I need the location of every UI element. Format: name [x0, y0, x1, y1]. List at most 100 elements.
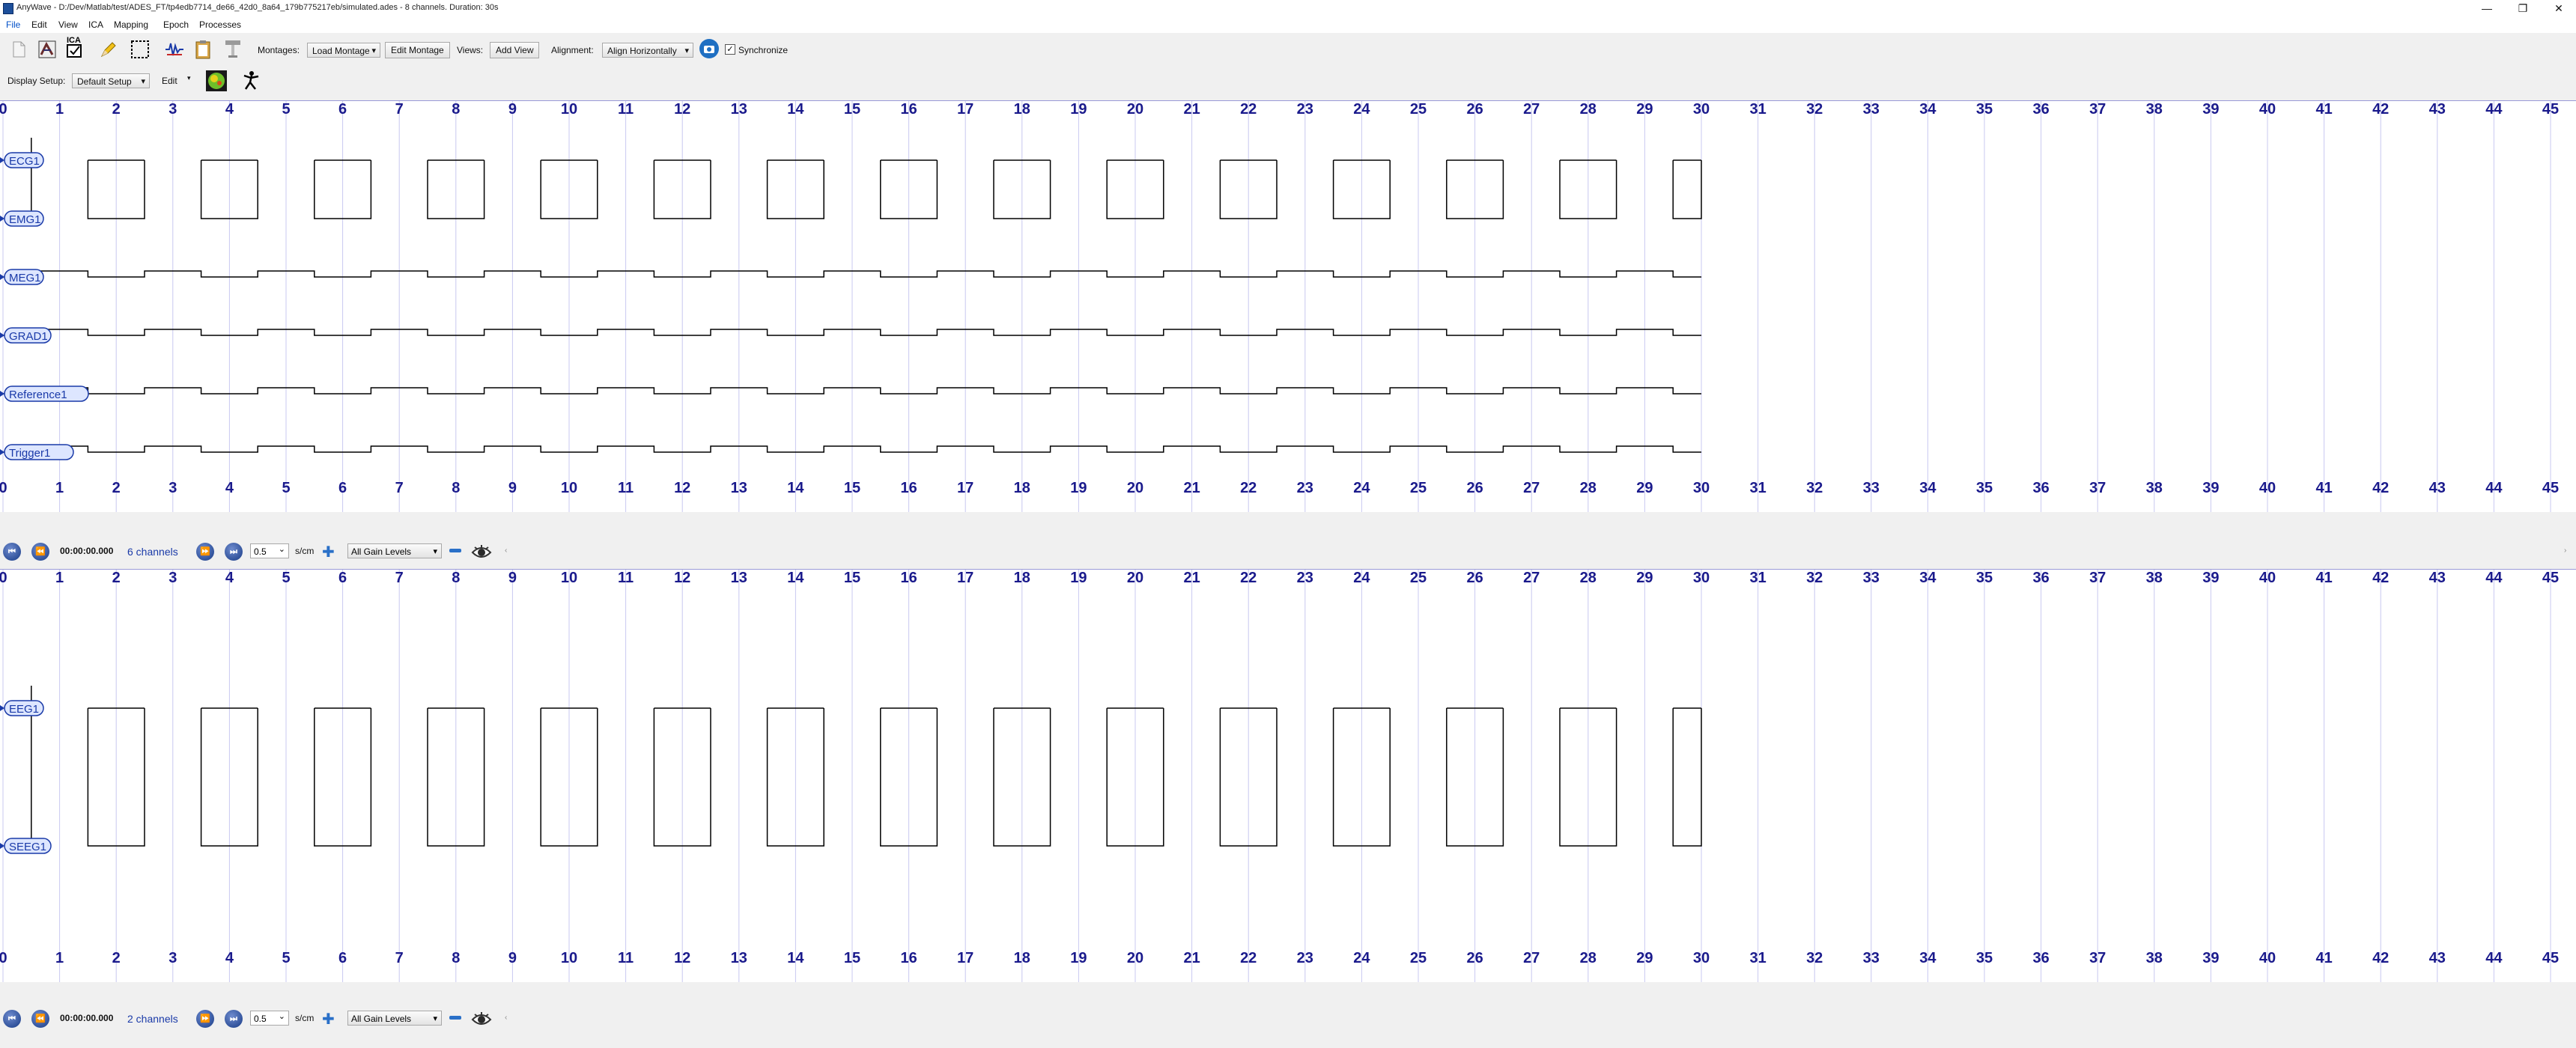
title-bar: AnyWave - D:/Dev/Matlab/test/ADES_FT/tp4… — [0, 0, 2576, 16]
channel-label[interactable]: MEG1 — [0, 269, 44, 285]
time-tick-label-top: 39 — [2202, 570, 2219, 586]
menu-file[interactable]: File — [6, 19, 20, 30]
time-tick-label-bottom: 7 — [395, 480, 404, 496]
open-file-icon[interactable] — [7, 38, 30, 61]
time-tick-label-bottom: 33 — [1863, 480, 1880, 496]
signal-view-1-canvas[interactable]: 0011223344556677889910101111121213131414… — [0, 100, 2576, 512]
marker-pencil-icon[interactable] — [97, 38, 120, 61]
channel-label[interactable]: SEEG1 — [0, 838, 52, 854]
scroll-left-icon[interactable]: ‹ — [505, 1014, 507, 1022]
ica-icon[interactable]: ICA — [64, 36, 87, 58]
synchronize-checkbox[interactable]: ✓ — [725, 44, 735, 55]
time-tick-label-bottom: 10 — [561, 480, 577, 496]
fast-forward-icon[interactable]: ⏩ — [196, 1010, 214, 1028]
signal-filter-icon[interactable] — [163, 38, 186, 61]
scroll-right-icon[interactable]: › — [2564, 546, 2566, 555]
time-tick-label-top: 44 — [2485, 570, 2503, 586]
menu-edit[interactable]: Edit — [31, 19, 47, 30]
time-tick-label-top: 40 — [2259, 570, 2276, 586]
rewind-icon[interactable]: ⏪ — [31, 543, 49, 561]
time-tick-label-top: 16 — [900, 570, 917, 586]
time-tick-label-top: 38 — [2146, 101, 2163, 118]
time-tick-label-bottom: 36 — [2032, 950, 2049, 966]
go-end-icon[interactable]: ⏭ — [225, 543, 243, 561]
eye-icon[interactable] — [470, 1008, 493, 1030]
time-tick-label-top: 45 — [2542, 101, 2559, 118]
time-tick-label-top: 32 — [1806, 101, 1823, 118]
time-scale-spinbox[interactable]: 0.5 — [250, 1009, 289, 1026]
add-view-button[interactable]: Add View — [490, 42, 540, 58]
signal-view-2-canvas[interactable]: 0011223344556677889910101111121213131414… — [0, 569, 2576, 982]
microscope-icon[interactable] — [222, 38, 244, 61]
edit-setup-button[interactable]: Edit — [162, 76, 177, 86]
channel-label[interactable]: EEG1 — [0, 700, 44, 716]
menu-view[interactable]: View — [58, 19, 78, 30]
menu-processes[interactable]: Processes — [199, 19, 241, 30]
gain-adjust-icon[interactable]: ✚ — [322, 1010, 335, 1029]
gain-reduce-icon[interactable] — [449, 549, 461, 552]
time-tick-label-bottom: 27 — [1523, 950, 1540, 966]
signal-view-2[interactable]: 0 0 1 1 2 2 3 3 4 4 5 5 6 6 7 7 8 8 9 9 10 10 11 11 12 12 13 13 14 14… — [0, 569, 2576, 982]
display-setup-dropdown[interactable]: Default Setup — [72, 73, 150, 89]
channel-label[interactable]: EMG1 — [0, 210, 44, 227]
edit-montage-button[interactable]: Edit Montage — [385, 42, 450, 58]
navigation-bar-2: ⏮ ⏪ 00:00:00.000 2 channels ⏩ ⏭ 0.5 s/cm… — [0, 1005, 2576, 1032]
time-tick-label-bottom: 9 — [508, 480, 517, 496]
selection-rectangle-icon[interactable] — [129, 38, 151, 61]
scroll-left-icon[interactable]: ‹ — [505, 546, 507, 555]
time-tick-label-bottom: 17 — [957, 480, 973, 496]
time-scale-spinbox[interactable]: 0.5 — [250, 542, 289, 558]
time-tick-label-top: 30 — [1693, 101, 1710, 118]
channel-label[interactable]: GRAD1 — [0, 327, 52, 344]
time-tick-label-bottom: 29 — [1636, 480, 1653, 496]
time-tick-label-top: 10 — [561, 570, 577, 586]
topography-map-icon[interactable] — [205, 70, 228, 92]
time-tick-label-bottom: 35 — [1976, 950, 1993, 966]
menu-mapping[interactable]: Mapping — [114, 19, 148, 30]
time-tick-label-bottom: 14 — [787, 950, 804, 966]
time-tick-label-bottom: 36 — [2032, 480, 2049, 496]
channel-label[interactable]: Reference1 — [0, 386, 89, 402]
time-tick-label-bottom: 31 — [1749, 480, 1766, 496]
time-tick-label-top: 37 — [2089, 570, 2106, 586]
time-tick-label-top: 43 — [2429, 570, 2446, 586]
camera-icon[interactable] — [698, 37, 720, 60]
gain-levels-dropdown[interactable]: All Gain Levels — [347, 543, 442, 559]
time-tick-label-bottom: 43 — [2429, 480, 2446, 496]
clipboard-icon[interactable] — [192, 38, 214, 61]
edit-setup-arrow-icon[interactable]: ▾ — [187, 74, 191, 82]
time-tick-label-top: 12 — [674, 570, 690, 586]
sensor-layout-icon[interactable] — [36, 38, 58, 61]
dancer-icon[interactable] — [240, 70, 262, 92]
alignment-dropdown[interactable]: Align Horizontally — [602, 43, 693, 58]
go-start-icon[interactable]: ⏮ — [3, 1010, 21, 1028]
time-tick-label-bottom: 35 — [1976, 480, 1993, 496]
go-start-icon[interactable]: ⏮ — [3, 543, 21, 561]
minimize-button[interactable]: — — [2470, 0, 2504, 16]
fast-forward-icon[interactable]: ⏩ — [196, 543, 214, 561]
channel-label[interactable]: ECG1 — [0, 152, 44, 168]
menu-epoch[interactable]: Epoch — [163, 19, 189, 30]
restore-button[interactable]: ❐ — [2506, 0, 2540, 16]
time-tick-label-top: 14 — [787, 570, 804, 586]
gain-adjust-icon[interactable]: ✚ — [322, 543, 335, 561]
signal-view-1[interactable]: 0 0 1 1 2 2 3 3 4 4 5 5 6 6 7 7 8 8 9 9 10 10 11 11 12 12 13 13 14 14… — [0, 100, 2576, 512]
gain-reduce-icon[interactable] — [449, 1016, 461, 1020]
channel-pointer-icon — [0, 391, 4, 397]
go-end-icon[interactable]: ⏭ — [225, 1010, 243, 1028]
main-toolbar: ICA Montages: Load Montage Edit Montage … — [0, 33, 2576, 67]
rewind-icon[interactable]: ⏪ — [31, 1010, 49, 1028]
channel-count: 2 channels — [127, 1013, 178, 1025]
time-tick-label-top: 40 — [2259, 101, 2276, 118]
eye-icon[interactable] — [470, 540, 493, 563]
load-montage-dropdown[interactable]: Load Montage — [307, 43, 380, 58]
close-button[interactable]: ✕ — [2542, 0, 2576, 16]
time-tick-label-bottom: 25 — [1410, 950, 1427, 966]
channel-label[interactable]: Trigger1 — [0, 444, 74, 460]
gain-levels-dropdown[interactable]: All Gain Levels — [347, 1011, 442, 1026]
menu-ica[interactable]: ICA — [88, 19, 103, 30]
time-tick-label-bottom: 11 — [618, 480, 634, 496]
time-tick-label-top: 41 — [2315, 570, 2332, 586]
time-tick-label-bottom: 16 — [900, 480, 917, 496]
time-tick-label-bottom: 41 — [2315, 950, 2332, 966]
